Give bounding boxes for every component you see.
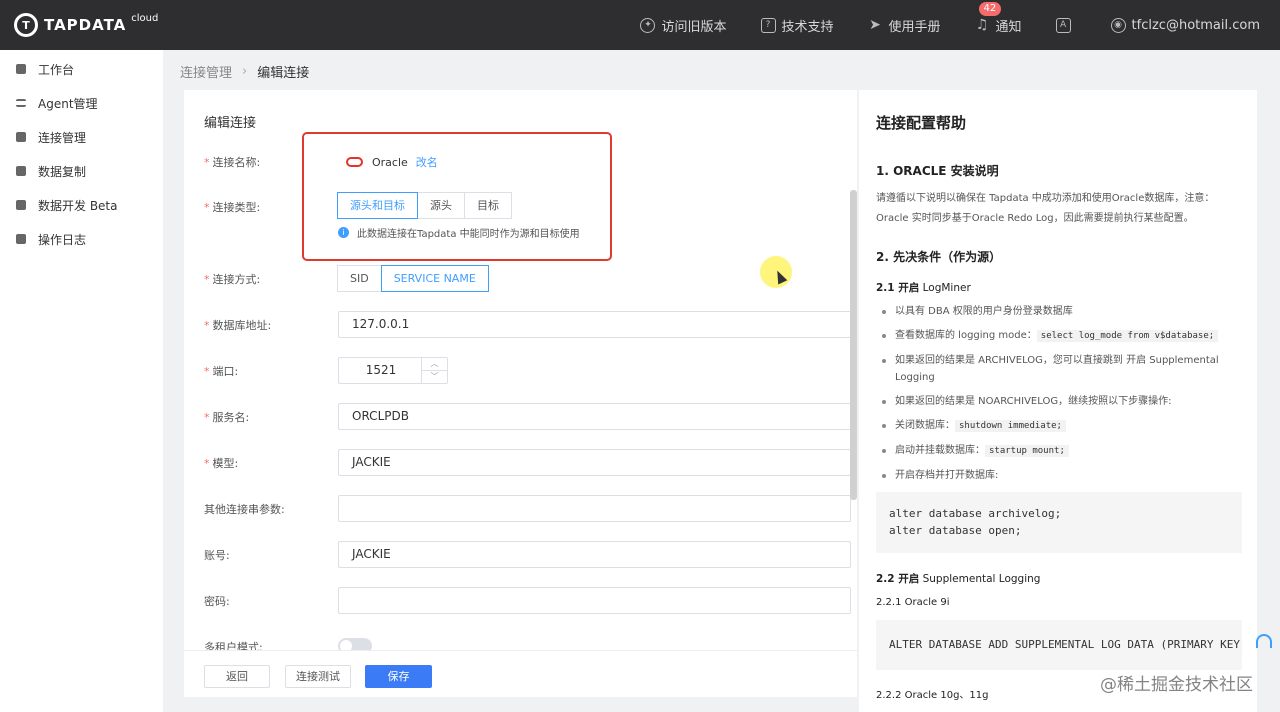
language-icon: A [1055,17,1071,33]
old-version-link[interactable]: ✦ 访问旧版本 [640,16,727,35]
form-title: 编辑连接 [204,116,257,131]
connection-method-group: SID SERVICE NAME [337,265,489,292]
password-input[interactable] [338,587,851,614]
language-switch[interactable]: A [1055,17,1077,33]
list-item: 查看数据库的 logging mode： select log_mode from… [876,327,1246,345]
service-label: * 服务名: [204,411,250,424]
method-option-sid[interactable]: SID [337,265,382,292]
header-actions: ✦ 访问旧版本 ? 技术支持 ➤ 使用手册 ♫ 42 通知 A ◉ tfclzc… [606,0,1260,50]
notification-badge: 42 [978,1,1002,16]
port-value[interactable]: 1521 [339,358,423,383]
log-icon [16,234,26,244]
account-input[interactable]: JACKIE [338,541,851,568]
tapdata-logo-icon: T [14,13,38,37]
help-section-2-2-2: 2.2.2 Oracle 10g、11g [876,690,989,701]
sidebar-item-replication[interactable]: 数据复制 [0,154,163,188]
save-button[interactable]: 保存 [365,665,432,688]
method-label: * 连接方式: [204,273,261,286]
logo[interactable]: T TAPDATA cloud [14,0,158,50]
help-section-1: 1. ORACLE 安装说明 [876,164,999,178]
form-footer: 返回 连接测试 保存 [184,650,857,697]
type-label: * 连接类型: [204,201,261,214]
breadcrumb-current: 编辑连接 [257,65,310,81]
extra-params-input[interactable] [338,495,851,522]
help-icon: ? [760,17,776,33]
help-panel: 连接配置帮助 1. ORACLE 安装说明 请遵循以下说明以确保在 Tapdat… [859,90,1257,712]
help-section-2: 2. 先决条件（作为源） [876,250,1002,264]
logo-sup: cloud [131,12,159,24]
sidebar: 工作台 Agent管理 连接管理 数据复制 数据开发 Beta 操作日志 [0,50,163,712]
account-label: 账号: [204,549,230,562]
support-link[interactable]: ? 技术支持 [760,16,834,35]
help-title: 连接配置帮助 [876,114,967,132]
list-item: 如果返回的结果是 NOARCHIVELOG，继续按照以下步骤操作: [876,393,1246,410]
user-menu[interactable]: ◉ tfclzc@hotmail.com [1110,17,1260,33]
code-block-supplemental: ALTER DATABASE ADD SUPPLEMENTAL LOG DATA… [876,620,1242,670]
help-section-2-2: 2.2 开启 Supplemental Logging [876,573,1041,585]
chevron-up-icon[interactable]: ︿ [422,358,447,371]
sidebar-item-workbench[interactable]: 工作台 [0,52,163,86]
logo-text: TAPDATA [44,16,127,34]
sidebar-item-logs[interactable]: 操作日志 [0,222,163,256]
chevron-right-icon: › [242,63,248,79]
list-item: 启动并挂载数据库： startup mount; [876,442,1246,460]
headset-icon[interactable] [1256,634,1272,648]
sidebar-item-connections[interactable]: 连接管理 [0,120,163,154]
port-arrows: ︿ ﹀ [421,358,447,383]
port-label: * 端口: [204,365,239,378]
help-section-2-1: 2.1 开启 LogMiner [876,282,971,294]
service-input[interactable]: ORCLPDB [338,403,851,430]
chevron-down-icon[interactable]: ﹀ [422,371,447,384]
form-scrollbar[interactable] [850,190,857,500]
back-button[interactable]: 返回 [204,665,270,688]
copy-icon [16,166,26,176]
code-block-archivelog: alter database archivelog; alter databas… [876,492,1242,553]
password-label: 密码: [204,595,230,608]
name-label: * 连接名称: [204,156,261,169]
extra-label: 其他连接串参数: [204,503,285,516]
dashboard-icon [16,64,26,74]
user-icon: ◉ [1110,17,1126,33]
sidebar-item-agent[interactable]: Agent管理 [0,86,163,120]
list-item: 开启存档并打开数据库: [876,467,1246,484]
link-icon [16,132,26,142]
bell-icon: ♫ [975,17,989,33]
list-item: 关闭数据库： shutdown immediate; [876,417,1246,435]
schema-input[interactable]: JACKIE [338,449,851,476]
help-section-2-2-1: 2.2.1 Oracle 9i [876,597,950,608]
help-intro: 请遵循以下说明以确保在 Tapdata 中成功添加和使用Oracle数据库，注意… [876,193,1215,224]
type-option-source-target[interactable]: 源头和目标 [337,192,418,219]
host-input[interactable]: 127.0.0.1 [338,311,851,338]
list-item: 以具有 DBA 权限的用户身份登录数据库 [876,303,1246,320]
help-steps: 以具有 DBA 权限的用户身份登录数据库 查看数据库的 logging mode… [876,303,1246,491]
manual-link[interactable]: ➤ 使用手册 [868,16,940,35]
breadcrumb: 连接管理 › 编辑连接 [180,62,310,81]
breadcrumb-parent[interactable]: 连接管理 [180,62,232,81]
code-icon [16,200,26,210]
host-label: * 数据库地址: [204,319,272,332]
sidebar-item-development[interactable]: 数据开发 Beta [0,188,163,222]
watermark: @稀土掘金技术社区 [1100,675,1253,695]
compass-icon: ✦ [640,17,656,33]
top-bar: T TAPDATA cloud ✦ 访问旧版本 ? 技术支持 ➤ 使用手册 ♫ … [0,0,1280,50]
port-stepper[interactable]: 1521 ︿ ﹀ [338,357,448,384]
test-connection-button[interactable]: 连接测试 [285,665,351,688]
list-icon [16,99,26,107]
notification-link[interactable]: ♫ 42 通知 [975,1,1022,35]
method-option-service-name[interactable]: SERVICE NAME [380,265,489,292]
paper-plane-icon: ➤ [869,17,881,33]
list-item: 如果返回的结果是 ARCHIVELOG，您可以直接跳到 开启 Supplemen… [876,352,1246,386]
schema-label: * 模型: [204,457,239,470]
